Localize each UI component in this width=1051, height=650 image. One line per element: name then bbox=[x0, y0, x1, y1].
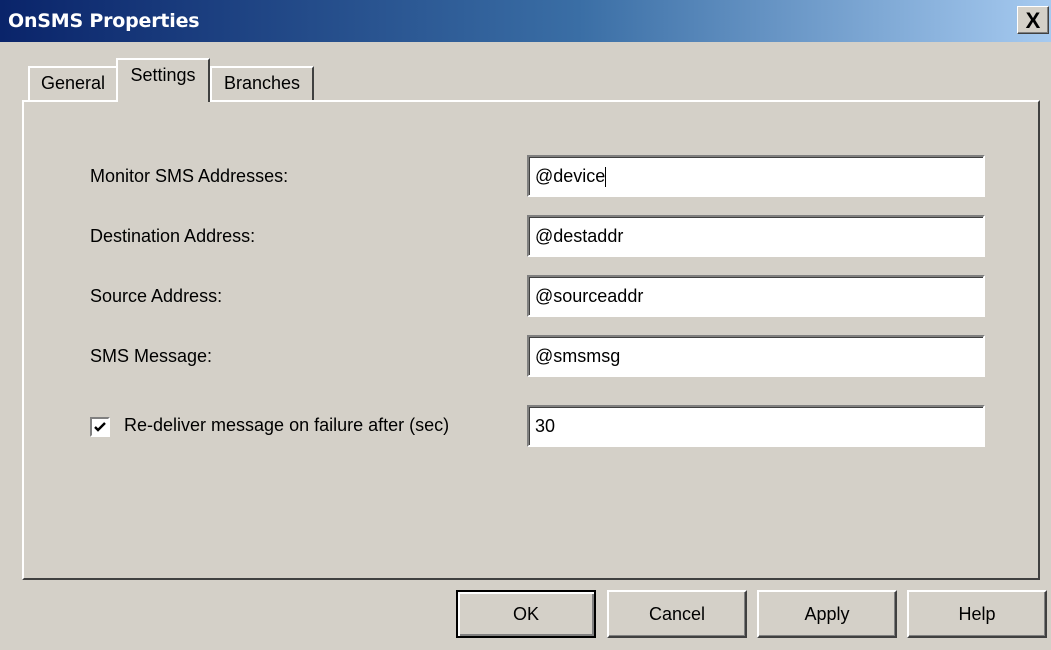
ok-button[interactable]: OK bbox=[456, 590, 596, 638]
checkmark-icon bbox=[94, 422, 106, 432]
source-address-label: Source Address: bbox=[90, 286, 223, 306]
redeliver-label[interactable]: Re-deliver message on failure after (sec… bbox=[124, 415, 449, 436]
help-button[interactable]: Help bbox=[907, 590, 1047, 638]
tab-settings[interactable]: Settings bbox=[116, 58, 210, 102]
destination-address-input[interactable]: @destaddr bbox=[527, 215, 985, 257]
window-title: OnSMS Properties bbox=[8, 10, 200, 32]
destination-address-label: Destination Address: bbox=[90, 226, 256, 246]
apply-button[interactable]: Apply bbox=[757, 590, 897, 638]
source-address-input[interactable]: @sourceaddr bbox=[527, 275, 985, 317]
title-bar: OnSMS Properties X bbox=[0, 0, 1051, 42]
close-button[interactable]: X bbox=[1017, 6, 1049, 34]
monitor-sms-addresses-input[interactable]: @device bbox=[527, 155, 985, 197]
sms-message-value: @smsmsg bbox=[535, 346, 621, 366]
redeliver-seconds-input[interactable]: 30 bbox=[527, 405, 985, 447]
close-icon: X bbox=[1025, 8, 1041, 33]
settings-panel: Monitor SMS Addresses: @device Destinati… bbox=[22, 100, 1040, 580]
tab-branches[interactable]: Branches bbox=[210, 66, 314, 100]
sms-message-label: SMS Message: bbox=[90, 346, 213, 366]
redeliver-seconds-value: 30 bbox=[535, 416, 556, 436]
source-address-value: @sourceaddr bbox=[535, 286, 644, 306]
monitor-sms-addresses-label: Monitor SMS Addresses: bbox=[90, 166, 289, 186]
monitor-sms-addresses-value: @device bbox=[535, 166, 606, 186]
sms-message-input[interactable]: @smsmsg bbox=[527, 335, 985, 377]
cancel-button[interactable]: Cancel bbox=[607, 590, 747, 638]
redeliver-checkbox[interactable] bbox=[90, 417, 110, 437]
tab-general[interactable]: General bbox=[28, 66, 118, 100]
destination-address-value: @destaddr bbox=[535, 226, 624, 246]
text-cursor bbox=[605, 167, 607, 188]
properties-dialog: OnSMS Properties X General Settings Bran… bbox=[0, 0, 1051, 650]
